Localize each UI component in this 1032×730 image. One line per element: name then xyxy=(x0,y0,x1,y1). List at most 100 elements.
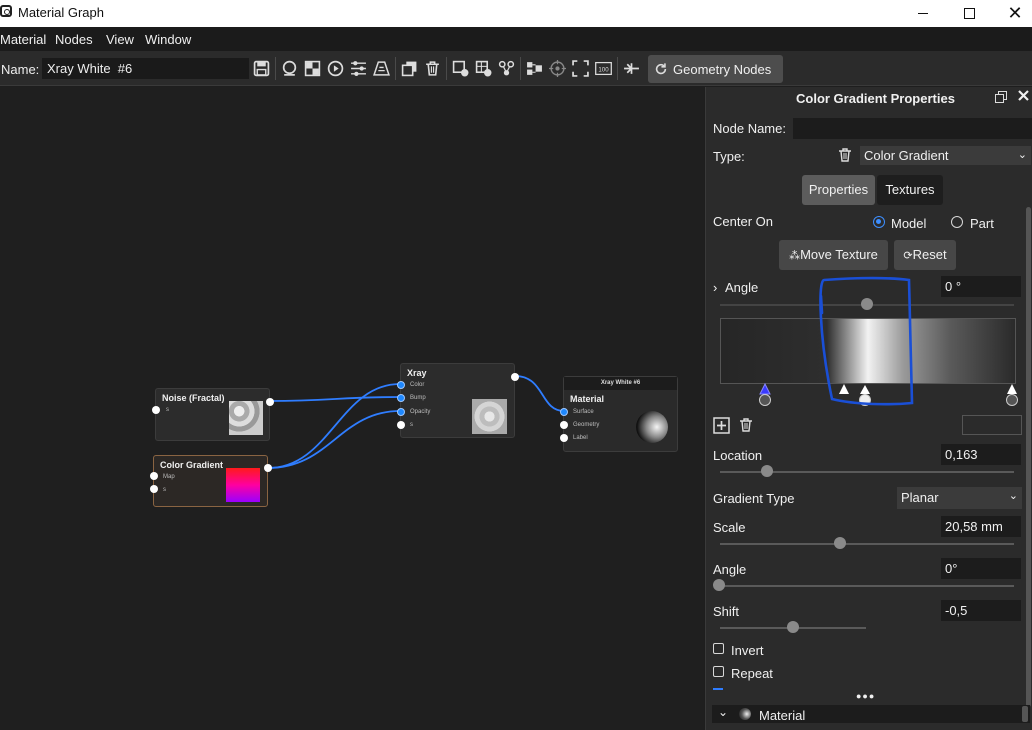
material-output-node[interactable]: Xray White #6 Material Surface Geometry … xyxy=(560,376,678,452)
radio-model[interactable] xyxy=(873,216,885,228)
delete-icon[interactable] xyxy=(423,59,441,77)
noise-input-port[interactable] xyxy=(152,406,160,414)
maximize-button[interactable] xyxy=(946,0,992,27)
wire-noise-to-bump xyxy=(269,396,401,402)
angle2-slider-track[interactable] xyxy=(720,585,1014,587)
angle2-label: Angle xyxy=(713,562,747,577)
gradient-stops[interactable] xyxy=(706,382,1032,412)
port-label: s xyxy=(166,407,169,413)
stop-color-swatch[interactable] xyxy=(962,415,1022,435)
scale-slider-knob[interactable] xyxy=(834,537,846,549)
checker-icon[interactable] xyxy=(303,59,321,77)
geometry-nodes-button[interactable]: Geometry Nodes xyxy=(648,55,783,83)
xray-output-port[interactable] xyxy=(511,373,519,381)
location-field[interactable]: 0,163 xyxy=(941,444,1021,465)
duplicate-icon[interactable] xyxy=(400,59,418,77)
material-section-header[interactable]: ⌄ Material xyxy=(712,705,1030,723)
angle-chevron-icon[interactable]: › xyxy=(713,280,717,295)
stop-handle-start xyxy=(759,394,771,406)
angle-slider-knob[interactable] xyxy=(861,298,873,310)
scale-label: Scale xyxy=(713,520,746,535)
scale-slider-track[interactable] xyxy=(720,543,1014,545)
reset-button[interactable]: ⟳Reset xyxy=(894,240,956,270)
xray-bump-port[interactable] xyxy=(397,394,405,402)
menu-view[interactable]: View xyxy=(106,32,134,47)
shift-slider-knob[interactable] xyxy=(787,621,799,633)
graph-split-icon[interactable] xyxy=(622,59,640,77)
material-label-port[interactable] xyxy=(560,434,568,442)
invert-checkbox[interactable] xyxy=(713,643,724,654)
save-icon[interactable] xyxy=(252,59,270,77)
material-geometry-port[interactable] xyxy=(560,421,568,429)
gradient-output-port[interactable] xyxy=(264,464,272,472)
type-select[interactable]: Color Gradient ⌄ xyxy=(860,146,1031,165)
menu-window[interactable]: Window xyxy=(145,32,191,47)
add-material-icon[interactable] xyxy=(451,59,469,77)
zoom-100-icon[interactable]: 100 xyxy=(594,59,612,77)
noise-fractal-node[interactable]: Noise (Fractal) s xyxy=(152,388,274,441)
xray-thumbnail xyxy=(472,399,507,434)
gradient-stop-end xyxy=(1007,384,1017,394)
repeat-label: Repeat xyxy=(731,666,773,681)
add-stop-icon[interactable] xyxy=(713,417,730,434)
xray-node[interactable]: Xray Color Bump Opacity s xyxy=(397,363,519,438)
material-section-scroll[interactable] xyxy=(1022,706,1028,722)
panel-header: Color Gradient Properties xyxy=(706,87,1032,109)
link-icon[interactable] xyxy=(497,59,515,77)
undock-icon[interactable] xyxy=(995,91,1007,103)
sliders-icon[interactable] xyxy=(349,59,367,77)
menu-nodes[interactable]: Nodes xyxy=(55,32,93,47)
move-texture-button[interactable]: ⁂Move Texture xyxy=(779,240,888,270)
fit-icon[interactable] xyxy=(571,59,589,77)
shift-label: Shift xyxy=(713,604,740,619)
angle-field[interactable]: 0 ° xyxy=(941,276,1021,297)
sphere-preview-icon[interactable] xyxy=(280,59,298,77)
more-options-icon[interactable]: ●●● xyxy=(856,691,875,701)
gradient-type-select[interactable]: Planar ⌄ xyxy=(897,487,1022,509)
gradient-preview[interactable] xyxy=(720,318,1016,384)
add-texture-icon[interactable] xyxy=(474,59,492,77)
stop-handle-mid xyxy=(859,394,871,406)
xray-color-port[interactable] xyxy=(397,381,405,389)
refresh-icon xyxy=(655,63,667,75)
delete-stop-icon[interactable] xyxy=(738,417,754,433)
tab-textures[interactable]: Textures xyxy=(877,175,943,205)
color-gradient-node[interactable]: Color Gradient Map s xyxy=(150,455,272,507)
noise-output-port[interactable] xyxy=(266,398,274,406)
shift-field[interactable]: -0,5 xyxy=(941,600,1021,621)
material-surface-port[interactable] xyxy=(560,408,568,416)
angle2-field[interactable]: 0° xyxy=(941,558,1021,579)
close-window-button[interactable]: ✕ xyxy=(992,0,1032,27)
move-texture-label: Move Texture xyxy=(800,247,878,262)
align-icon[interactable] xyxy=(525,59,543,77)
scale-field[interactable]: 20,58 mm xyxy=(941,516,1021,537)
material-name-input[interactable] xyxy=(42,58,249,79)
play-icon[interactable] xyxy=(326,59,344,77)
material-section-label: Material xyxy=(759,708,806,723)
port-label: s xyxy=(163,487,166,493)
target-icon[interactable] xyxy=(548,59,566,77)
node-graph-canvas[interactable]: Noise (Fractal) s Color Gradient Map s X… xyxy=(0,87,704,730)
minimize-button[interactable] xyxy=(900,0,946,27)
location-slider-knob[interactable] xyxy=(761,465,773,477)
panel-scrollbar[interactable] xyxy=(1026,207,1031,707)
radio-part[interactable] xyxy=(951,216,963,228)
zoom-100-label: 100 xyxy=(598,66,609,73)
close-panel-icon[interactable] xyxy=(1017,89,1030,102)
xray-opacity-port[interactable] xyxy=(397,408,405,416)
menu-material[interactable]: Material xyxy=(0,32,46,47)
chevron-down-icon: ⌄ xyxy=(1017,149,1027,161)
perspective-icon[interactable] xyxy=(372,59,390,77)
toolbar-separator xyxy=(275,57,276,80)
trash-icon[interactable] xyxy=(837,147,853,163)
geometry-nodes-label: Geometry Nodes xyxy=(673,61,772,77)
gradient-input-port[interactable] xyxy=(150,485,158,493)
tab-properties[interactable]: Properties xyxy=(802,175,875,205)
repeat-checkbox[interactable] xyxy=(713,666,724,677)
xray-input-port[interactable] xyxy=(397,421,405,429)
node-name-field[interactable] xyxy=(793,118,1032,139)
node-title: Material xyxy=(570,394,605,404)
chevron-down-icon: ⌄ xyxy=(718,705,729,719)
angle2-slider-knob[interactable] xyxy=(713,579,725,591)
gradient-map-port[interactable] xyxy=(150,472,158,480)
